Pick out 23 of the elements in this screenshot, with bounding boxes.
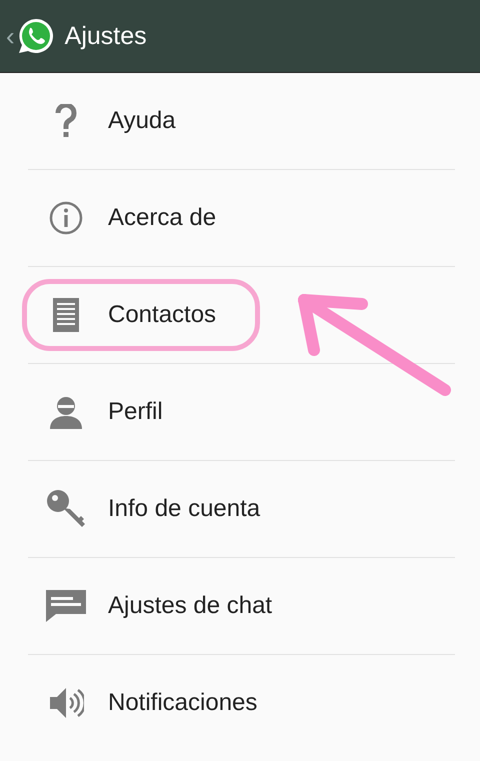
settings-item[interactable]: Contactos: [28, 267, 455, 364]
item-label: Info de cuenta: [108, 495, 260, 523]
document-icon: [53, 298, 79, 332]
message-icon: [46, 590, 86, 622]
item-label: Notificaciones: [108, 689, 258, 717]
settings-item[interactable]: Ajustes de chat: [28, 558, 455, 655]
settings-item[interactable]: Acerca de: [28, 170, 455, 267]
item-label: Acerca de: [108, 204, 216, 232]
settings-item[interactable]: Ayuda: [28, 73, 455, 170]
settings-item[interactable]: Notificaciones: [28, 655, 455, 751]
item-label: Perfil: [108, 398, 163, 426]
info-icon: [49, 201, 83, 235]
item-label: Ajustes de chat: [108, 592, 272, 620]
key-icon: [46, 489, 86, 529]
settings-item[interactable]: Perfil: [28, 364, 455, 461]
back-chevron[interactable]: ‹: [6, 20, 15, 52]
item-label: Contactos: [108, 301, 216, 329]
screen-title: Ajustes: [64, 22, 147, 50]
settings-item[interactable]: Info de cuenta: [28, 461, 455, 558]
question-mark-icon: [55, 104, 77, 138]
chat-bubble-logo-icon[interactable]: [16, 17, 55, 55]
person-icon: [50, 395, 82, 429]
item-label: Ayuda: [108, 107, 176, 135]
